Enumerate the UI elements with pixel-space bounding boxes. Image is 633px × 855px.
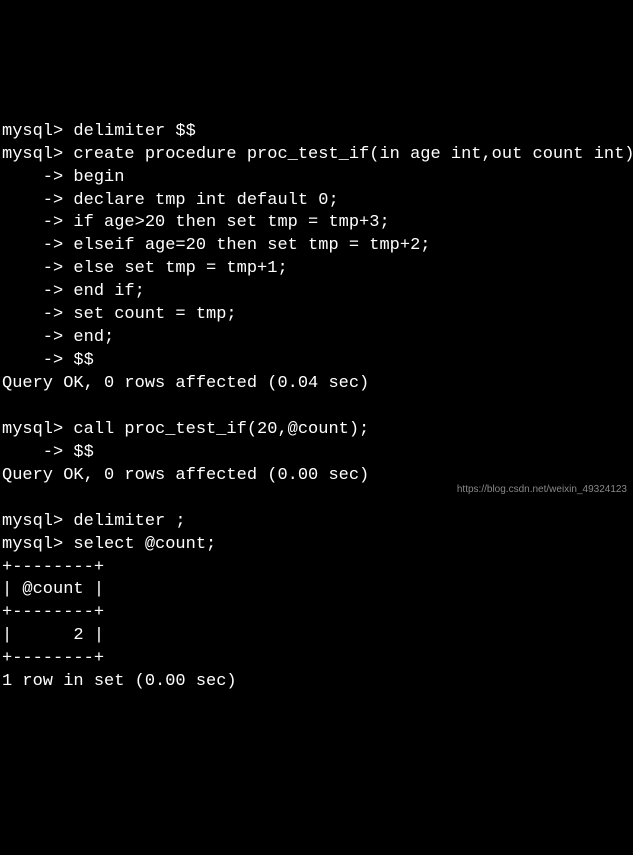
terminal-line: | @count | [2,580,104,599]
terminal-line: -> end if; [2,282,145,301]
watermark-text: https://blog.csdn.net/weixin_49324123 [457,483,627,497]
terminal-line: +--------+ [2,603,104,622]
terminal-line: mysql> delimiter ; [2,512,186,531]
terminal-line: Query OK, 0 rows affected (0.00 sec) [2,466,369,485]
terminal-line: +--------+ [2,558,104,577]
terminal-line: +--------+ [2,649,104,668]
terminal-line: -> declare tmp int default 0; [2,191,339,210]
terminal-line: -> else set tmp = tmp+1; [2,259,288,278]
terminal-output: mysql> delimiter $$ mysql> create proced… [2,98,631,694]
terminal-line: -> elseif age=20 then set tmp = tmp+2; [2,236,430,255]
terminal-line: | 2 | [2,626,104,645]
terminal-line: -> $$ [2,351,94,370]
terminal-line: mysql> call proc_test_if(20,@count); [2,420,369,439]
terminal-line: mysql> select @count; [2,535,216,554]
terminal-line: -> end; [2,328,114,347]
terminal-line: -> begin [2,168,124,187]
terminal-line: mysql> create procedure proc_test_if(in … [2,145,633,164]
terminal-line: mysql> delimiter $$ [2,122,196,141]
terminal-line: 1 row in set (0.00 sec) [2,672,237,691]
terminal-line: -> if age>20 then set tmp = tmp+3; [2,213,390,232]
terminal-line: Query OK, 0 rows affected (0.04 sec) [2,374,369,393]
terminal-line: -> $$ [2,443,94,462]
terminal-line: -> set count = tmp; [2,305,237,324]
